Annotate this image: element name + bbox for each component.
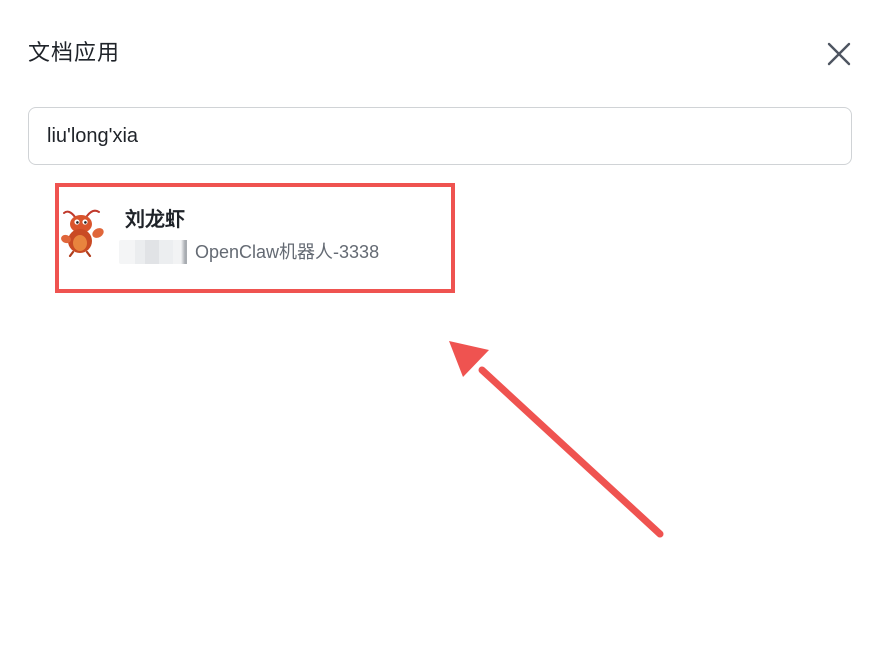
result-meta: OpenClaw机器人-3338 [119,239,379,265]
close-icon [827,42,851,66]
dialog-title: 文档应用 [28,40,121,65]
redacted-block [119,240,189,264]
search-box[interactable] [28,107,852,165]
search-input[interactable] [47,108,827,164]
result-meta-text: OpenClaw机器人-3338 [195,242,380,262]
annotation-arrow [449,341,664,538]
search-result-item[interactable]: 刘龙虾 OpenClaw机器人-3338 [55,183,455,293]
lobster-avatar-icon [61,209,104,257]
result-name: 刘龙虾 [125,209,185,231]
close-button[interactable] [824,39,854,69]
app-search-dialog: 文档应用 刘 [0,0,873,648]
